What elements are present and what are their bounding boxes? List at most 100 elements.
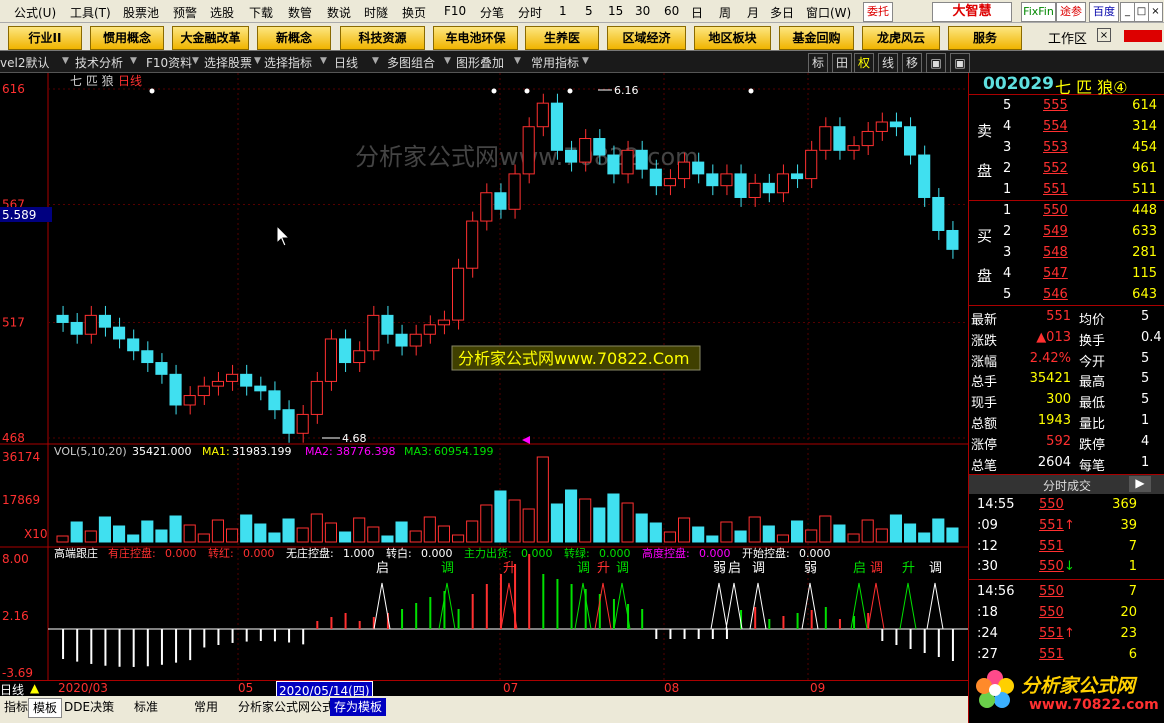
- menu-item[interactable]: 数说: [327, 4, 351, 21]
- bottom-tab[interactable]: 标准: [130, 698, 162, 716]
- menu-item[interactable]: 预警: [173, 4, 197, 21]
- order-book-row[interactable]: 2 552 961: [969, 159, 1164, 180]
- bottom-tab[interactable]: 存为模板: [330, 698, 387, 716]
- dropdown-arrow-icon[interactable]: ▼: [582, 56, 589, 66]
- sector-button[interactable]: 地区板块: [694, 26, 771, 50]
- sector-button[interactable]: 龙虎风云: [862, 26, 940, 50]
- order-book-row[interactable]: 5 555 614: [969, 96, 1164, 117]
- chart-toggle-button[interactable]: 线: [878, 53, 898, 73]
- sector-button[interactable]: 惯用概念: [90, 26, 164, 50]
- dropdown-arrow-icon[interactable]: ▼: [254, 56, 261, 66]
- chart-toggle-button[interactable]: ▣: [950, 53, 970, 73]
- order-book-row[interactable]: 2 549 633: [969, 222, 1164, 243]
- indicator-axis-label: 8.00: [2, 552, 29, 566]
- order-book-row[interactable]: 1 550 448: [969, 201, 1164, 222]
- chart-toolbar-item[interactable]: 图形叠加: [456, 54, 504, 71]
- menu-item[interactable]: 日: [691, 4, 703, 21]
- chart-toolbar-item[interactable]: 常用指标: [531, 54, 579, 71]
- menu-item[interactable]: 多日: [770, 4, 794, 21]
- sector-button[interactable]: 车电池环保: [433, 26, 518, 50]
- order-book-row[interactable]: 3 553 454: [969, 138, 1164, 159]
- book-level: 1: [1003, 182, 1012, 197]
- work-area-label[interactable]: 工作区: [1048, 28, 1087, 47]
- chart-toggle-button[interactable]: 权: [854, 53, 874, 73]
- dropdown-arrow-icon[interactable]: ▼: [372, 56, 379, 66]
- dropdown-arrow-icon[interactable]: ▼: [320, 56, 327, 66]
- ticks-expand-icon[interactable]: ▶: [1129, 476, 1151, 492]
- menu-right-button[interactable]: FixFin: [1021, 2, 1056, 22]
- work-area-close-icon[interactable]: ×: [1097, 28, 1111, 42]
- candle: [183, 395, 196, 406]
- ticks-header[interactable]: 分时成交 ▶: [969, 474, 1164, 494]
- sector-button[interactable]: 新概念: [257, 26, 331, 50]
- dropdown-arrow-icon[interactable]: ▼: [444, 56, 451, 66]
- period-arrow-icon[interactable]: ▲: [30, 681, 39, 695]
- menu-right-button[interactable]: 百度: [1089, 2, 1119, 22]
- menu-item[interactable]: 时隧: [364, 4, 388, 21]
- chart-toggle-button[interactable]: 田: [832, 53, 852, 73]
- sector-button[interactable]: 生养医: [525, 26, 599, 50]
- order-book-row[interactable]: 5 546 643: [969, 285, 1164, 306]
- menu-item[interactable]: 数管: [288, 4, 312, 21]
- menu-item[interactable]: 分时: [518, 4, 542, 21]
- menu-item[interactable]: 公式(U): [14, 4, 56, 21]
- sector-button[interactable]: 大金融改革: [172, 26, 249, 50]
- chart-toolbar-item[interactable]: 选择指标: [264, 54, 312, 71]
- menu-item[interactable]: 月: [747, 4, 759, 21]
- chart-toggle-button[interactable]: 标: [808, 53, 828, 73]
- menu-item[interactable]: 换页: [402, 4, 426, 21]
- chart-toolbar-item[interactable]: 日线: [334, 54, 358, 71]
- menu-item[interactable]: 分笔: [480, 4, 504, 21]
- menu-right-button[interactable]: 大智慧: [932, 2, 1012, 22]
- menu-item[interactable]: F10: [444, 4, 466, 18]
- chart-toolbar-item[interactable]: 多图组合: [387, 54, 435, 71]
- window-mini-icon[interactable]: [1124, 30, 1162, 42]
- menu-item[interactable]: 60: [664, 4, 679, 18]
- menu-item[interactable]: 5: [585, 4, 593, 18]
- dropdown-arrow-icon[interactable]: ▼: [130, 56, 137, 66]
- menu-item[interactable]: 选股: [210, 4, 234, 21]
- order-book-row[interactable]: 3 548 281: [969, 243, 1164, 264]
- chart-toggle-button[interactable]: ▣: [926, 53, 946, 73]
- dropdown-arrow-icon[interactable]: ▼: [514, 56, 521, 66]
- sector-button[interactable]: 基金回购: [779, 26, 854, 50]
- order-book-row[interactable]: 4 547 115: [969, 264, 1164, 285]
- menu-right-button[interactable]: 委托: [863, 2, 893, 22]
- order-book-row[interactable]: 1 551 511: [969, 180, 1164, 201]
- menu-item[interactable]: 15: [608, 4, 623, 18]
- chart-toolbar-item[interactable]: 选择股票: [204, 54, 252, 71]
- menu-right-button[interactable]: 途参: [1056, 2, 1086, 22]
- dropdown-arrow-icon[interactable]: ▼: [192, 56, 199, 66]
- stock-chart[interactable]: 6165675174685.589七 匹 狼日线分析家公式网www.70822.…: [0, 73, 968, 680]
- order-book-row[interactable]: 4 554 314: [969, 117, 1164, 138]
- menu-item[interactable]: 周: [719, 4, 731, 21]
- restore-icon[interactable]: □: [1134, 2, 1149, 22]
- sector-button[interactable]: 区域经济: [607, 26, 686, 50]
- sector-button[interactable]: 科技资源: [340, 26, 425, 50]
- chart-toolbar-item[interactable]: vel2默认: [0, 54, 49, 71]
- chart-toolbar-item[interactable]: F10资料: [146, 54, 192, 71]
- menu-item[interactable]: 股票池: [123, 4, 159, 21]
- close-icon[interactable]: ×: [1148, 2, 1163, 22]
- bottom-tab[interactable]: 常用: [190, 698, 222, 716]
- menu-item[interactable]: 30: [635, 4, 650, 18]
- candle: [452, 267, 465, 321]
- menu-item[interactable]: 窗口(W): [806, 4, 851, 21]
- sector-button[interactable]: 服务: [948, 26, 1022, 50]
- bottom-tab[interactable]: DDE决策: [60, 698, 118, 716]
- minimize-icon[interactable]: _: [1120, 2, 1135, 22]
- menu-item[interactable]: 1: [559, 4, 567, 18]
- date-tick: 09: [810, 681, 826, 695]
- candle: [367, 314, 380, 352]
- menu-item[interactable]: 工具(T): [70, 4, 111, 21]
- tick-row: :12 551 7: [969, 537, 1164, 558]
- menu-item[interactable]: 下载: [249, 4, 273, 21]
- star-marker-icon: [567, 88, 573, 94]
- candle: [776, 173, 789, 194]
- bottom-tab[interactable]: 模板: [28, 698, 63, 718]
- chart-toolbar-item[interactable]: 技术分析: [75, 54, 123, 71]
- chart-toggle-button[interactable]: 移: [902, 53, 922, 73]
- dropdown-arrow-icon[interactable]: ▼: [62, 56, 69, 66]
- stat-label: 总笔: [971, 458, 998, 474]
- sector-button[interactable]: 行业II: [8, 26, 82, 50]
